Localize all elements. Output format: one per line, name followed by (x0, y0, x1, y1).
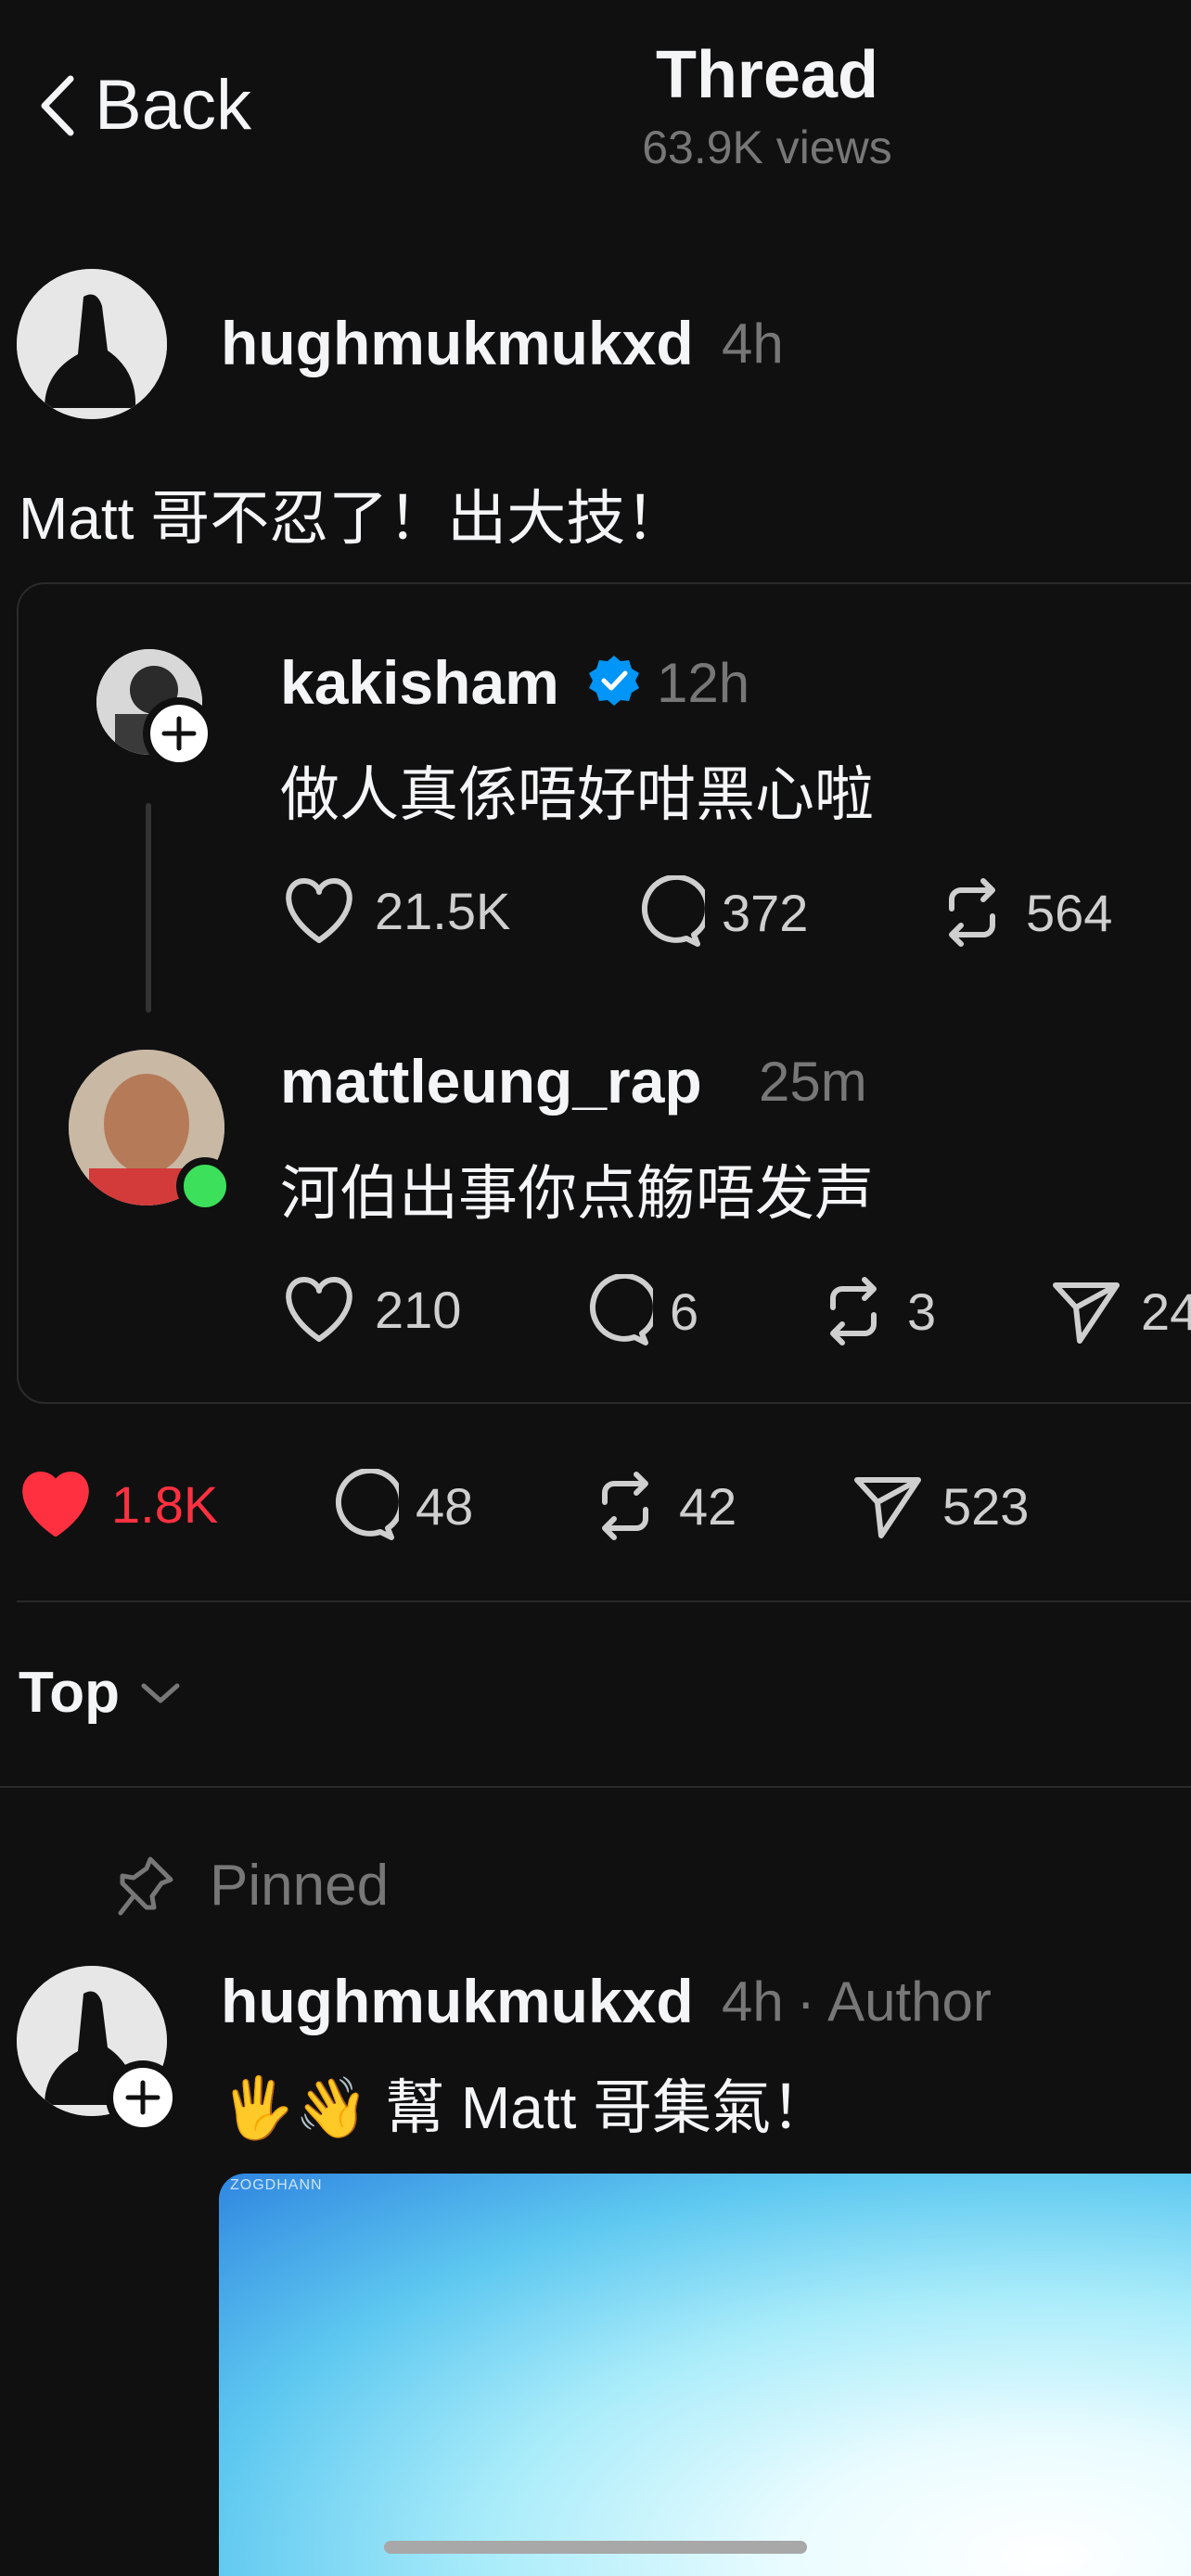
share-button[interactable]: 523 (852, 1469, 1029, 1543)
repost-count: 564 (1026, 883, 1113, 942)
post-time: 4h (722, 312, 784, 375)
quoted-time-kakisham: 12h (657, 652, 750, 714)
page-title: Thread (655, 38, 879, 112)
author-badge: · Author (796, 1970, 992, 2033)
reply-time: 4h (722, 1970, 784, 2033)
repost-count: 3 (907, 1282, 937, 1341)
plus-icon (125, 2080, 160, 2115)
reply-text: 🖐️👋 幫 Matt 哥集氣！ (221, 2074, 831, 2141)
repost-button[interactable]: 42 (588, 1469, 736, 1543)
follow-plus-button[interactable] (143, 697, 215, 770)
like-count: 1.8K (111, 1474, 219, 1534)
post-text: Matt 哥不忍了！出大技！ (19, 485, 685, 552)
like-count: 210 (375, 1280, 462, 1339)
quoted-like-button[interactable]: 21.5K (280, 875, 510, 946)
quoted2-like-button[interactable]: 210 (280, 1274, 461, 1345)
quoted-username-kakisham[interactable]: kakisham (280, 647, 559, 718)
quoted2-share-button[interactable]: 24 (1050, 1274, 1191, 1348)
reply-follow-plus-button[interactable] (106, 2060, 180, 2135)
send-icon (854, 1477, 921, 1538)
home-indicator[interactable] (384, 2541, 807, 2554)
repost-count: 42 (679, 1476, 737, 1536)
comment-icon (335, 1469, 399, 1540)
pin-icon (118, 1856, 173, 1915)
author-avatar[interactable] (17, 269, 167, 419)
share-count: 24 (1141, 1282, 1191, 1341)
thread-connector-line (146, 803, 151, 1013)
quoted-text-kakisham: 做人真係唔好咁黑心啦 (280, 761, 874, 828)
quoted-repost-button[interactable]: 564 (935, 875, 1112, 950)
repost-icon (602, 1472, 648, 1540)
view-count: 63.9K views (642, 121, 892, 173)
chevron-down-icon (141, 1683, 180, 1702)
divider (0, 1786, 1191, 1788)
sort-label: Top (19, 1661, 121, 1725)
reply-count: 6 (670, 1282, 699, 1341)
quoted2-repost-button[interactable]: 3 (816, 1274, 936, 1348)
media-watermark: ZOGDHANN (230, 2177, 323, 2193)
pinned-label: Pinned (210, 1854, 390, 1918)
comment-icon (589, 1274, 653, 1345)
reply-media[interactable]: ZOGDHANN (219, 2174, 1191, 2576)
verified-badge-icon (586, 653, 642, 708)
comment-icon (641, 875, 705, 947)
quoted-time-mattleung: 25m (759, 1051, 867, 1113)
divider (17, 1600, 1191, 1602)
share-count: 523 (942, 1476, 1030, 1536)
reply-button[interactable]: 48 (325, 1469, 473, 1543)
repost-icon (830, 1277, 877, 1345)
quoted-reply-button[interactable]: 372 (631, 875, 808, 950)
sort-dropdown[interactable]: Top (19, 1660, 181, 1726)
heart-icon (286, 878, 352, 943)
quoted-username-mattleung[interactable]: mattleung_rap (280, 1046, 702, 1116)
reply-username[interactable]: hughmukmukxd (221, 1966, 694, 2036)
quoted2-reply-button[interactable]: 6 (579, 1274, 698, 1348)
send-icon (1053, 1282, 1120, 1344)
pinned-indicator: Pinned (115, 1853, 389, 1919)
reply-count: 48 (416, 1476, 474, 1536)
reply-count: 372 (722, 883, 809, 942)
like-button[interactable]: 1.8K (17, 1469, 218, 1539)
quoted-text-mattleung: 河伯出事你点觞唔发声 (280, 1160, 874, 1227)
online-status-dot (176, 1157, 234, 1215)
heart-icon (286, 1277, 352, 1342)
like-count: 21.5K (375, 881, 511, 940)
plus-icon (161, 716, 197, 751)
author-username[interactable]: hughmukmukxd (221, 308, 694, 378)
heart-filled-icon (22, 1472, 89, 1537)
repost-icon (949, 878, 995, 947)
